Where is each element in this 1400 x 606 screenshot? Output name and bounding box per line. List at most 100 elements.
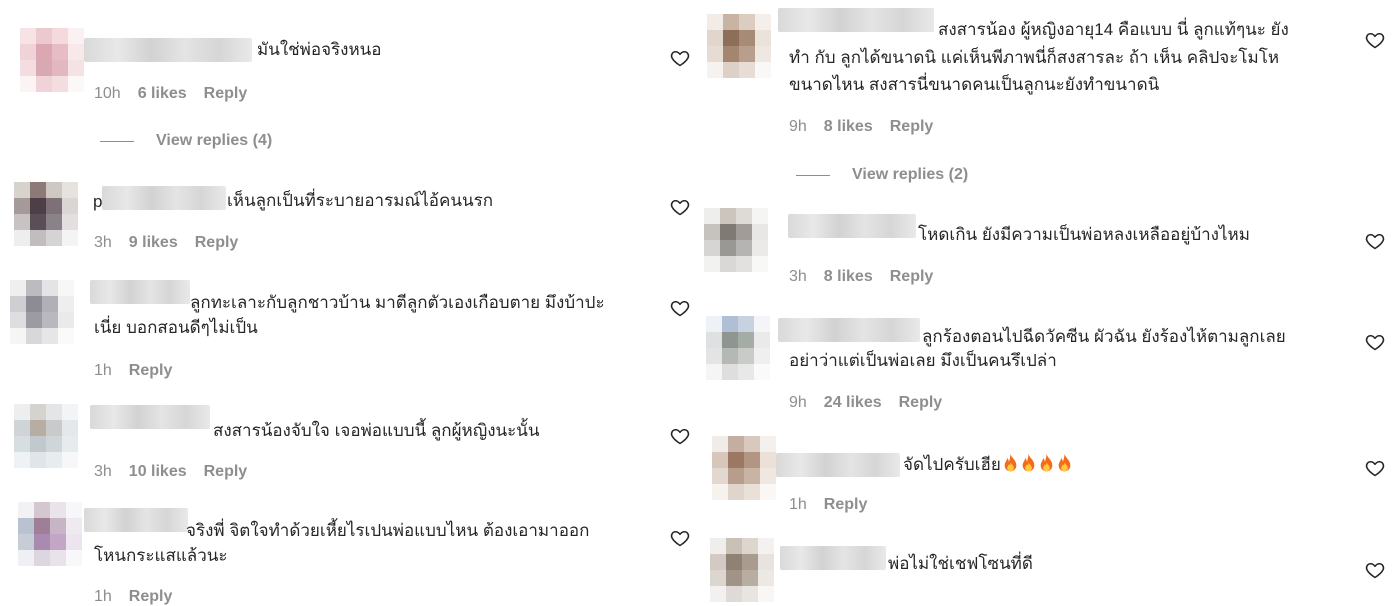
avatar-pixel: [58, 280, 74, 296]
avatar-pixel: [744, 468, 760, 484]
reply-button[interactable]: Reply: [824, 496, 868, 514]
avatar-pixel: [42, 280, 58, 296]
blurred-username[interactable]: [780, 546, 886, 570]
view-replies-button[interactable]: View replies (4): [100, 132, 272, 150]
reply-button[interactable]: Reply: [195, 234, 239, 252]
heart-icon[interactable]: [670, 298, 690, 318]
blurred-username[interactable]: [778, 8, 934, 32]
comment-text: จัดไปครับเฮีย: [903, 450, 1073, 479]
avatar[interactable]: [710, 538, 774, 602]
avatar-pixel: [68, 76, 84, 92]
reply-button[interactable]: Reply: [204, 463, 248, 481]
reply-button[interactable]: Reply: [890, 118, 934, 136]
left-comment-column: มันใช่พ่อจริงหนอ 10h 6 likes Reply View …: [0, 0, 700, 605]
avatar-pixel: [722, 332, 738, 348]
avatar-pixel: [728, 484, 744, 500]
avatar[interactable]: [704, 208, 768, 272]
view-replies-button[interactable]: View replies (2): [796, 166, 968, 184]
avatar[interactable]: [10, 280, 74, 344]
reply-button[interactable]: Reply: [899, 394, 943, 412]
avatar-pixel: [760, 468, 776, 484]
avatar-pixel: [68, 44, 84, 60]
blurred-username[interactable]: [102, 186, 226, 210]
avatar[interactable]: [14, 182, 78, 246]
avatar-pixel: [10, 296, 26, 312]
heart-icon[interactable]: [1365, 458, 1385, 478]
avatar-pixel: [14, 436, 30, 452]
blurred-username[interactable]: [84, 508, 188, 532]
avatar-pixel: [34, 550, 50, 566]
heart-icon[interactable]: [1365, 332, 1385, 352]
heart-icon[interactable]: [1365, 30, 1385, 50]
avatar-pixel: [752, 224, 768, 240]
like-count[interactable]: 10 likes: [129, 463, 187, 481]
comment-text-line2: เนี่ย บอกสอนดีๆไม่เป็น: [94, 318, 258, 337]
like-count[interactable]: 8 likes: [824, 268, 873, 286]
reply-button[interactable]: Reply: [129, 362, 173, 380]
avatar-pixel: [42, 312, 58, 328]
avatar-pixel: [18, 502, 34, 518]
heart-icon[interactable]: [670, 528, 690, 548]
avatar-pixel: [755, 30, 771, 46]
fire-icon: [1040, 453, 1053, 472]
blurred-username[interactable]: [90, 280, 190, 304]
avatar-pixel: [758, 538, 774, 554]
avatar-pixel: [52, 44, 68, 60]
avatar-pixel: [722, 348, 738, 364]
avatar[interactable]: [14, 404, 78, 468]
avatar-pixel: [14, 420, 30, 436]
avatar-pixel: [36, 76, 52, 92]
avatar-pixel: [58, 312, 74, 328]
avatar[interactable]: [712, 436, 776, 500]
avatar-pixel: [62, 404, 78, 420]
avatar-pixel: [18, 550, 34, 566]
avatar-pixel: [62, 214, 78, 230]
avatar-pixel: [704, 224, 720, 240]
blurred-username[interactable]: [90, 405, 210, 429]
heart-icon[interactable]: [1365, 560, 1385, 580]
avatar-pixel: [20, 28, 36, 44]
blurred-username[interactable]: [788, 214, 916, 238]
avatar-pixel: [62, 452, 78, 468]
like-count[interactable]: 24 likes: [824, 394, 882, 412]
blurred-username[interactable]: [778, 318, 920, 342]
avatar-pixel: [720, 256, 736, 272]
heart-icon[interactable]: [670, 48, 690, 68]
like-count[interactable]: 8 likes: [824, 118, 873, 136]
avatar-pixel: [710, 570, 726, 586]
avatar-pixel: [739, 14, 755, 30]
avatar-pixel: [46, 452, 62, 468]
avatar-pixel: [52, 60, 68, 76]
like-count[interactable]: 6 likes: [138, 85, 187, 103]
avatar-pixel: [736, 208, 752, 224]
fire-emoji-group: [1001, 453, 1073, 474]
avatar-pixel: [26, 296, 42, 312]
avatar-pixel: [42, 296, 58, 312]
reply-button[interactable]: Reply: [890, 268, 934, 286]
avatar-pixel: [752, 256, 768, 272]
heart-icon[interactable]: [670, 197, 690, 217]
avatar[interactable]: [707, 14, 771, 78]
avatar[interactable]: [18, 502, 82, 566]
blurred-username[interactable]: [776, 453, 900, 477]
avatar-pixel: [704, 240, 720, 256]
avatar-pixel: [46, 198, 62, 214]
avatar[interactable]: [706, 316, 770, 380]
avatar-pixel: [62, 182, 78, 198]
heart-icon[interactable]: [670, 426, 690, 446]
avatar-pixel: [706, 332, 722, 348]
avatar-pixel: [720, 240, 736, 256]
blurred-username[interactable]: [84, 38, 252, 62]
avatar[interactable]: [20, 28, 84, 92]
avatar-pixel: [14, 198, 30, 214]
comment-text: จริงพี่ จิตใจทำด้วยเหี้ยไรเปนพ่อแบบไหน ต…: [186, 521, 590, 540]
like-count[interactable]: 9 likes: [129, 234, 178, 252]
avatar-pixel: [742, 570, 758, 586]
avatar-pixel: [46, 436, 62, 452]
comment-meta: 1h Reply: [94, 362, 172, 380]
reply-button[interactable]: Reply: [204, 85, 248, 103]
reply-button[interactable]: Reply: [129, 588, 173, 606]
comment-meta: 10h 6 likes Reply: [94, 85, 247, 103]
avatar-pixel: [723, 46, 739, 62]
heart-icon[interactable]: [1365, 231, 1385, 251]
